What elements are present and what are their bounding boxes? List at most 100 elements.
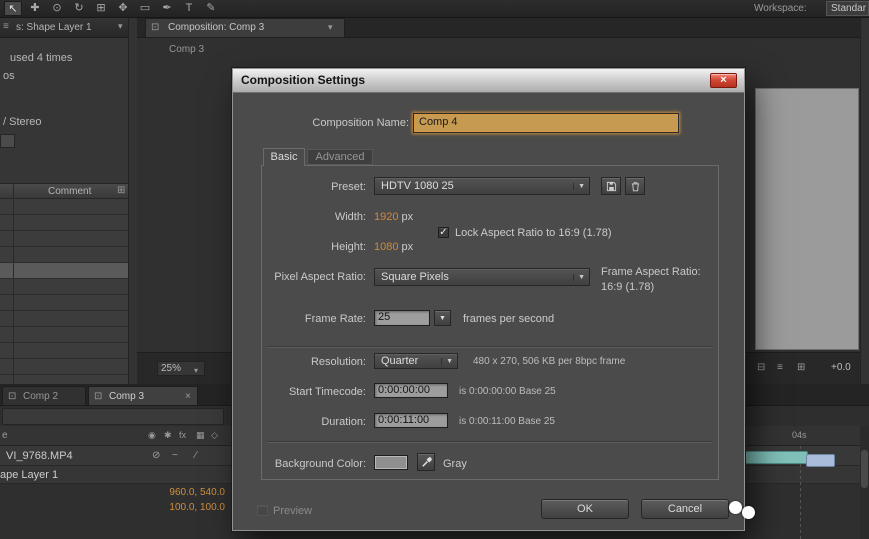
item-info-line: used 4 times: [10, 52, 72, 64]
width-value[interactable]: 1920 px: [374, 211, 413, 223]
project-item-list[interactable]: [0, 199, 128, 384]
tab-advanced[interactable]: Advanced: [307, 149, 373, 165]
panel-icon: ⊡: [94, 391, 102, 402]
tab-label: Composition: Comp 3: [168, 22, 264, 33]
pixel-aspect-ratio-select[interactable]: Square Pixels ▼: [374, 268, 590, 286]
project-panel-header: ≡ s: Shape Layer 1 ▾: [0, 18, 137, 38]
close-tab-icon[interactable]: ×: [185, 391, 191, 402]
resolution-select[interactable]: Quarter ▼: [374, 353, 458, 369]
timeline-scrollbar-thumb[interactable]: [861, 450, 868, 488]
tab-label: Comp 2: [23, 391, 58, 402]
composition-name-value: Comp 4: [415, 115, 677, 131]
workspace-select[interactable]: Standar: [826, 1, 869, 16]
tab-basic[interactable]: Basic: [263, 148, 305, 166]
dialog-title: Composition Settings: [241, 73, 365, 87]
dialog-titlebar[interactable]: Composition Settings ×: [233, 69, 744, 93]
panel-icon: ⊡: [8, 391, 16, 402]
eye-column-icon[interactable]: ◉: [148, 430, 156, 441]
tab-comp2[interactable]: ⊡ Comp 2: [2, 386, 86, 406]
chevron-down-icon: ▼: [573, 274, 585, 281]
ok-button[interactable]: OK: [541, 499, 629, 519]
frame-aspect-ratio-value: 16:9 (1.78): [601, 281, 654, 293]
time-ruler-label: 04s: [792, 430, 807, 440]
panel-menu-icon[interactable]: ≡: [3, 21, 9, 32]
lock-aspect-label[interactable]: Lock Aspect Ratio to 16:9 (1.78): [455, 227, 612, 239]
top-toolbar: ↖ ✚ ⊙ ↻ ⊞ ✥ ▭ ✒ T ✎ Workspace: Standar: [0, 0, 869, 18]
zoom-tool-icon[interactable]: ⊙: [48, 1, 66, 16]
grid-view-icon[interactable]: ⊞: [117, 185, 125, 196]
scale-property-value[interactable]: 100.0, 100.0: [140, 502, 225, 516]
divider: [267, 441, 713, 443]
shape-tool-icon[interactable]: ▭: [136, 1, 154, 16]
eyedropper-button[interactable]: [417, 453, 435, 471]
tab-comp3[interactable]: ⊡ Comp 3 ×: [88, 386, 198, 406]
frame-rate-input[interactable]: 25: [374, 310, 430, 326]
project-scrollbar[interactable]: [128, 18, 137, 384]
matte-column-icon[interactable]: ▦: [196, 430, 205, 441]
view-option-icon[interactable]: ⊞: [797, 362, 805, 373]
solo-column-icon[interactable]: ✱: [164, 430, 172, 441]
width-number[interactable]: 1920: [374, 211, 398, 223]
camera-tool-icon[interactable]: ⊞: [92, 1, 110, 16]
layer-duration-bar[interactable]: [745, 451, 808, 464]
cursor-highlight-dot: [742, 506, 755, 519]
panel-mini-button[interactable]: [0, 134, 15, 148]
background-color-label: Background Color:: [243, 458, 366, 470]
divider: [267, 346, 713, 348]
quality-column-icon[interactable]: ◇: [211, 430, 218, 441]
start-timecode-label: Start Timecode:: [243, 386, 366, 398]
composition-settings-dialog: Composition Settings × Composition Name:…: [232, 68, 745, 531]
view-option-icon[interactable]: ≡: [777, 362, 783, 373]
frame-aspect-ratio-label: Frame Aspect Ratio:: [601, 266, 701, 278]
composition-name-input[interactable]: Comp 4: [413, 113, 679, 133]
delete-preset-button[interactable]: [625, 177, 645, 195]
timeline-filter-input[interactable]: [2, 408, 224, 425]
preset-value: HDTV 1080 25: [381, 180, 454, 192]
exposure-value[interactable]: +0.0: [831, 362, 851, 373]
preview-checkbox[interactable]: [257, 505, 268, 516]
view-option-icon[interactable]: ⊟: [757, 362, 765, 373]
start-timecode-input[interactable]: 0:00:00:00: [374, 383, 448, 398]
layer-name: VI_9768.MP4: [6, 450, 73, 462]
layer-switch-icon[interactable]: ~: [172, 450, 178, 461]
rotation-tool-icon[interactable]: ↻: [70, 1, 88, 16]
panel-caret-icon[interactable]: ▾: [118, 21, 123, 32]
fx-column-icon[interactable]: fx: [179, 430, 186, 440]
pan-behind-tool-icon[interactable]: ✥: [114, 1, 132, 16]
tab-composition-comp3[interactable]: ⊡ Composition: Comp 3 ▾: [145, 18, 345, 38]
frame-rate-label: Frame Rate:: [243, 313, 366, 325]
preset-select[interactable]: HDTV 1080 25 ▼: [374, 177, 590, 195]
layer-duration-bar[interactable]: [806, 454, 835, 467]
cancel-button[interactable]: Cancel: [641, 499, 729, 519]
frame-rate-dropdown-button[interactable]: ▼: [434, 310, 451, 326]
viewer-scrollbar[interactable]: [860, 18, 869, 384]
height-value[interactable]: 1080 px: [374, 241, 413, 253]
layer-switch-icon[interactable]: ⊘: [152, 450, 160, 461]
comment-column-header[interactable]: Comment: [0, 183, 128, 199]
chevron-down-icon: ▼: [441, 358, 453, 365]
height-number[interactable]: 1080: [374, 241, 398, 253]
brush-tool-icon[interactable]: ✎: [202, 1, 220, 16]
cursor-highlight-dot: [729, 501, 742, 514]
zoom-level-select[interactable]: 25% ▾: [157, 361, 205, 376]
background-color-swatch[interactable]: [374, 455, 408, 470]
width-unit: px: [402, 211, 414, 223]
type-tool-icon[interactable]: T: [180, 1, 198, 16]
tab-caret-icon[interactable]: ▾: [328, 22, 333, 33]
close-icon[interactable]: ×: [710, 73, 737, 88]
selection-tool-icon[interactable]: ↖: [4, 1, 22, 16]
layer-switch-icon[interactable]: ∕: [195, 450, 197, 461]
selected-row[interactable]: [0, 263, 128, 278]
duration-input[interactable]: 0:00:11:00: [374, 413, 448, 428]
time-ruler[interactable]: 04s: [740, 426, 860, 446]
duration-label: Duration:: [243, 416, 366, 428]
pen-tool-icon[interactable]: ✒: [158, 1, 176, 16]
save-preset-button[interactable]: [601, 177, 621, 195]
item-info-line: os: [3, 70, 15, 82]
hand-tool-icon[interactable]: ✚: [26, 1, 44, 16]
position-property-value[interactable]: 960.0, 540.0: [140, 487, 225, 501]
lock-aspect-checkbox[interactable]: ✓: [438, 227, 449, 238]
zoom-caret-icon: ▾: [194, 364, 198, 377]
tab-label: Comp 3: [109, 391, 144, 402]
pixel-aspect-ratio-label: Pixel Aspect Ratio:: [243, 271, 366, 283]
